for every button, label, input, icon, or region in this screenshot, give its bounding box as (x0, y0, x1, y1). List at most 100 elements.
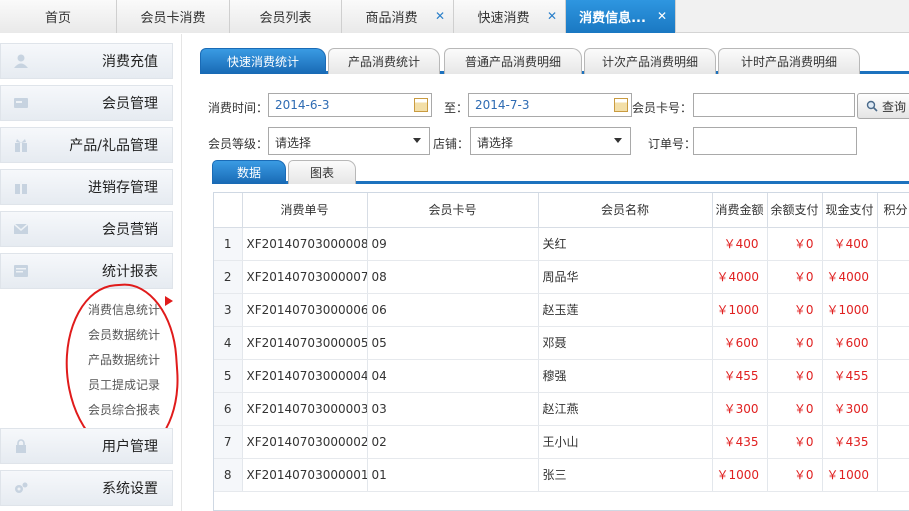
cash-cell: ￥435 (822, 425, 878, 459)
table-row[interactable]: 8 XF20140703000001 01 张三 ￥1000 ￥0 ￥1000 (214, 458, 909, 492)
shop-select[interactable]: 请选择 (470, 127, 631, 155)
row-index: 6 (214, 392, 243, 426)
tab-member-card-consume[interactable]: 会员卡消费 (117, 0, 230, 33)
points-cell (877, 425, 909, 459)
submenu-staff-commission[interactable]: 员工提成记录 (88, 376, 160, 393)
tab-data[interactable]: 数据 (212, 160, 286, 184)
tab-member-list[interactable]: 会员列表 (230, 0, 342, 33)
balance-cell: ￥0 (767, 458, 823, 492)
submenu-member-stats[interactable]: 会员数据统计 (88, 326, 160, 343)
sidebar-item-marketing[interactable]: 会员营销 (0, 211, 173, 247)
sidebar-item-consume-recharge[interactable]: 消费充值 (0, 43, 173, 79)
sidebar-item-member-manage[interactable]: 会员管理 (0, 85, 173, 121)
cash-cell: ￥400 (822, 227, 878, 261)
sidebar-item-settings[interactable]: 系统设置 (0, 470, 173, 506)
table-row[interactable]: 1 XF20140703000008 09 关红 ￥400 ￥0 ￥400 (214, 227, 909, 261)
member-name-cell: 关红 (538, 227, 713, 261)
header-name[interactable]: 会员名称 (538, 193, 713, 228)
header-points[interactable]: 积分 (877, 193, 909, 228)
amount-cell: ￥4000 (712, 260, 768, 294)
tab-label: 商品消费 (365, 11, 418, 26)
order-label: 订单号： (648, 137, 697, 151)
main-panel: 快速消费统计 产品消费统计 普通产品消费明细 计次产品消费明细 计时产品消费明细… (200, 34, 909, 511)
table-row[interactable]: 2 XF20140703000007 08 周品华 ￥4000 ￥0 ￥4000 (214, 260, 909, 294)
top-tab-bar: 首页 会员卡消费 会员列表 商品消费 ✕ 快速消费 ✕ 消费信息... ✕ (0, 0, 909, 33)
member-name-cell: 赵玉莲 (538, 293, 713, 327)
table-row[interactable]: 5 XF20140703000004 04 穆强 ￥455 ￥0 ￥455 (214, 359, 909, 393)
order-number-cell: XF20140703000001 (242, 458, 368, 492)
gift-box-icon (15, 181, 27, 194)
submenu-product-stats[interactable]: 产品数据统计 (88, 351, 160, 368)
points-cell (877, 326, 909, 360)
row-index: 8 (214, 458, 243, 492)
points-cell (877, 293, 909, 327)
order-number-cell: XF20140703000008 (242, 227, 368, 261)
header-amount[interactable]: 消费金额 (712, 193, 768, 228)
amount-cell: ￥455 (712, 359, 768, 393)
order-number-cell: XF20140703000007 (242, 260, 368, 294)
time-label: 消费时间： (208, 101, 269, 115)
sidebar-item-inventory[interactable]: 进销存管理 (0, 169, 173, 205)
tab-label: 首页 (44, 11, 71, 26)
tab-product-consume[interactable]: 商品消费 ✕ (342, 0, 454, 33)
table-row[interactable]: 7 XF20140703000002 02 王小山 ￥435 ￥0 ￥435 (214, 425, 909, 459)
close-icon[interactable]: ✕ (657, 9, 667, 23)
header-order[interactable]: 消费单号 (242, 193, 368, 228)
submenu-consume-stats[interactable]: 消费信息统计 (88, 301, 160, 318)
tab-chart[interactable]: 图表 (288, 160, 356, 184)
close-icon[interactable]: ✕ (435, 9, 445, 23)
table-row[interactable]: 3 XF20140703000006 06 赵玉莲 ￥1000 ￥0 ￥1000 (214, 293, 909, 327)
report-icon (14, 265, 28, 277)
order-number-cell: XF20140703000003 (242, 392, 368, 426)
card-number-cell: 06 (367, 293, 539, 327)
tab-normal-product-detail[interactable]: 普通产品消费明细 (444, 48, 582, 74)
header-balance[interactable]: 余额支付 (767, 193, 823, 228)
table-row[interactable]: 6 XF20140703000003 03 赵江燕 ￥300 ￥0 ￥300 (214, 392, 909, 426)
tab-quick-consume-stats[interactable]: 快速消费统计 (200, 48, 326, 74)
gear-icon (15, 482, 28, 493)
header-cash[interactable]: 现金支付 (822, 193, 878, 228)
sidebar-item-reports[interactable]: 统计报表 (0, 253, 173, 289)
table-row[interactable]: 4 XF20140703000005 05 邓聂 ￥600 ￥0 ￥600 (214, 326, 909, 360)
row-index: 4 (214, 326, 243, 360)
sidebar-item-product-gift[interactable]: 产品/礼品管理 (0, 127, 173, 163)
member-name-cell: 王小山 (538, 425, 713, 459)
calendar-icon[interactable] (414, 98, 428, 112)
submenu-member-report[interactable]: 会员综合报表 (88, 401, 160, 418)
sidebar-item-label: 进销存管理 (88, 180, 158, 196)
sidebar-item-user-manage[interactable]: 用户管理 (0, 428, 173, 464)
chevron-down-icon (413, 138, 421, 143)
member-name-cell: 邓聂 (538, 326, 713, 360)
tab-label: 会员卡消费 (140, 11, 206, 26)
search-button[interactable]: 查询 (857, 93, 909, 119)
tab-label: 会员列表 (259, 11, 312, 26)
tab-consume-info[interactable]: 消费信息... ✕ (566, 0, 676, 33)
tab-product-consume-stats[interactable]: 产品消费统计 (328, 48, 440, 74)
amount-cell: ￥400 (712, 227, 768, 261)
tab-time-product-detail[interactable]: 计时产品消费明细 (718, 48, 860, 74)
search-label: 查询 (882, 99, 907, 114)
tab-quick-consume[interactable]: 快速消费 ✕ (454, 0, 566, 33)
end-date-field[interactable]: 2014-7-3 (468, 93, 632, 117)
balance-cell: ￥0 (767, 326, 823, 360)
tab-label: 快速消费 (477, 11, 530, 26)
order-number-input[interactable] (693, 127, 857, 155)
tab-count-product-detail[interactable]: 计次产品消费明细 (584, 48, 716, 74)
order-number-cell: XF20140703000004 (242, 359, 368, 393)
level-select[interactable]: 请选择 (268, 127, 430, 155)
member-name-cell: 周品华 (538, 260, 713, 294)
points-cell (877, 227, 909, 261)
header-card[interactable]: 会员卡号 (367, 193, 539, 228)
calendar-icon[interactable] (614, 98, 628, 112)
close-icon[interactable]: ✕ (547, 9, 557, 23)
sidebar-item-label: 会员营销 (102, 222, 158, 238)
table-body: 1 XF20140703000008 09 关红 ￥400 ￥0 ￥400 2 XF201407… (214, 227, 909, 492)
balance-cell: ￥0 (767, 392, 823, 426)
member-name-cell: 张三 (538, 458, 713, 492)
start-date-field[interactable]: 2014-6-3 (268, 93, 432, 117)
tab-home[interactable]: 首页 (0, 0, 117, 33)
start-date-value: 2014-6-3 (275, 98, 330, 112)
card-number-cell: 01 (367, 458, 539, 492)
gift-icon (15, 139, 27, 152)
card-number-input[interactable] (693, 93, 855, 117)
